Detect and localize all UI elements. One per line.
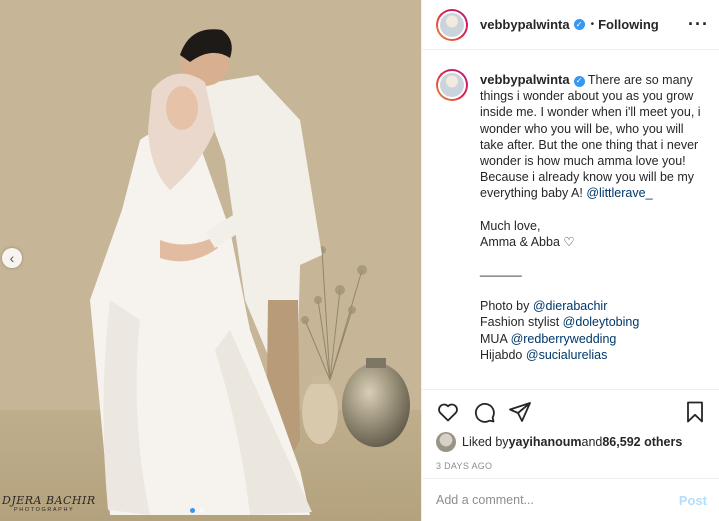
avatar[interactable] [436,8,468,41]
post-photo[interactable]: ‹ DJERA BACHIR PHOTOGRAPHY [0,0,421,521]
following-button[interactable]: Following [598,17,659,32]
credit-line: Hijabdo @sucialurelias [480,347,704,363]
comment-icon[interactable] [472,400,496,424]
credit-line: Fashion stylist @doleytobing [480,314,704,330]
likes-prefix: Liked by [462,435,509,449]
post-comment-button[interactable]: Post [679,493,707,508]
previous-photo-button[interactable]: ‹ [2,248,22,268]
post-side-panel: vebbypalwinta ✓ • Following ··· vebbypal… [421,0,719,521]
heart-icon: ♡ [563,234,575,249]
mention-link[interactable]: @dierabachir [533,299,608,313]
caption-username[interactable]: vebbypalwinta [480,72,570,87]
sign-off-line-2: Amma & Abba [480,234,564,249]
separator: • [590,19,595,30]
chevron-left-icon: ‹ [9,250,15,266]
photographer-watermark: DJERA BACHIR PHOTOGRAPHY [2,494,96,513]
mention-link[interactable]: @littlerave_ [586,186,652,200]
carousel-indicator [190,508,204,513]
watermark-name: DJERA BACHIR [2,494,96,507]
couple-photo [0,0,421,521]
like-icon[interactable] [436,400,460,424]
credit-label: Fashion stylist [480,315,563,330]
caption-text: vebbypalwinta ✓ There are so many things … [480,60,704,385]
verified-icon: ✓ [573,19,585,30]
carousel-dot-active [190,508,195,513]
sign-off-line-1: Much love, [480,218,541,233]
post-timestamp[interactable]: 3 DAYS AGO [436,461,707,471]
caption-area: vebbypalwinta ✓ There are so many things … [436,60,707,385]
avatar-image [438,71,466,99]
caption-body: There are so many things i wonder about … [480,73,701,201]
caption-avatar[interactable] [436,69,468,101]
verified-icon: ✓ [573,75,585,87]
watermark-sub: PHOTOGRAPHY [14,507,75,513]
comment-box: Post [422,478,719,521]
caption-divider: ______ [480,263,522,278]
instagram-post: ‹ DJERA BACHIR PHOTOGRAPHY vebbypalwinta… [0,0,719,521]
likes-summary: Liked by yayihanoum and 86,592 others [436,432,707,452]
credits-list: Photo by @dierabachir Fashion stylist @d… [480,298,704,363]
credit-label: Hijabdo [480,347,526,362]
credit-line: MUA @redberrywedding [480,331,704,347]
mention-link[interactable]: @doleytobing [563,315,640,329]
liker-username[interactable]: yayihanoum [509,435,582,449]
post-header: vebbypalwinta ✓ • Following ··· [422,0,719,50]
action-icons [436,400,707,424]
bookmark-icon[interactable] [683,400,707,424]
more-options-icon[interactable]: ··· [688,14,709,35]
post-actions: Liked by yayihanoum and 86,592 others 3 … [422,389,719,471]
credit-label: Photo by [480,299,533,314]
mention-link[interactable]: @redberrywedding [511,332,617,346]
credit-line: Photo by @dierabachir [480,298,704,314]
avatar-image [438,10,466,39]
likes-middle: and [581,435,603,449]
carousel-dot [199,508,204,513]
header-username[interactable]: vebbypalwinta [480,17,570,32]
mention-link[interactable]: @sucialurelias [526,348,607,362]
likes-count[interactable]: 86,592 others [602,435,682,449]
liker-avatar[interactable] [436,432,456,452]
share-icon[interactable] [508,400,532,424]
credit-label: MUA [480,331,511,346]
comment-input[interactable] [436,493,679,507]
